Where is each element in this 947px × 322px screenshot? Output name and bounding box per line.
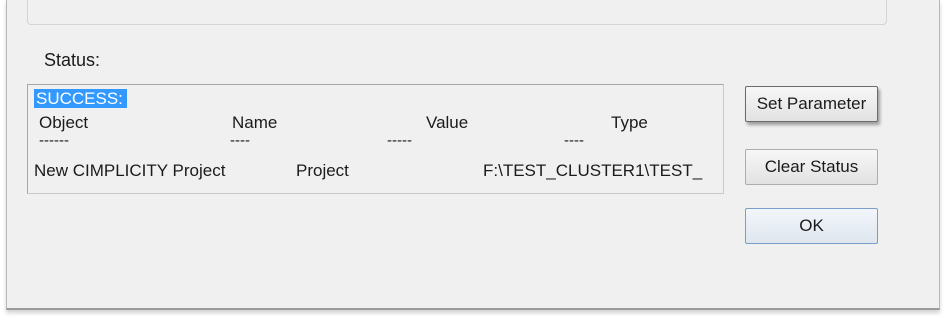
- separator-object: ------: [39, 132, 69, 149]
- status-result-text: SUCCESS:: [34, 89, 127, 108]
- column-header-value: Value: [426, 113, 469, 132]
- ok-button[interactable]: OK: [745, 208, 878, 244]
- separator-type: ----: [564, 132, 584, 149]
- row-value: F:\TEST_CLUSTER1\TEST_: [483, 161, 703, 180]
- separator-name: ----: [230, 132, 250, 149]
- row-name: Project: [296, 161, 349, 180]
- status-line-result[interactable]: SUCCESS:: [34, 89, 127, 109]
- set-parameter-button[interactable]: Set Parameter: [745, 86, 878, 122]
- status-label: Status:: [44, 50, 101, 70]
- column-header-name: Name: [232, 113, 278, 132]
- dialog-window: Status: SUCCESS: Object Name Value Type …: [6, 0, 940, 310]
- group-box: [27, 0, 887, 25]
- status-output-list[interactable]: SUCCESS: Object Name Value Type ------ -…: [27, 84, 724, 194]
- column-header-type: Type: [611, 113, 648, 132]
- clear-status-button[interactable]: Clear Status: [745, 149, 878, 185]
- screen: Status: SUCCESS: Object Name Value Type …: [0, 0, 947, 322]
- column-header-object: Object: [39, 113, 89, 132]
- row-object: New CIMPLICITY Project: [34, 161, 226, 180]
- separator-value: -----: [387, 132, 412, 149]
